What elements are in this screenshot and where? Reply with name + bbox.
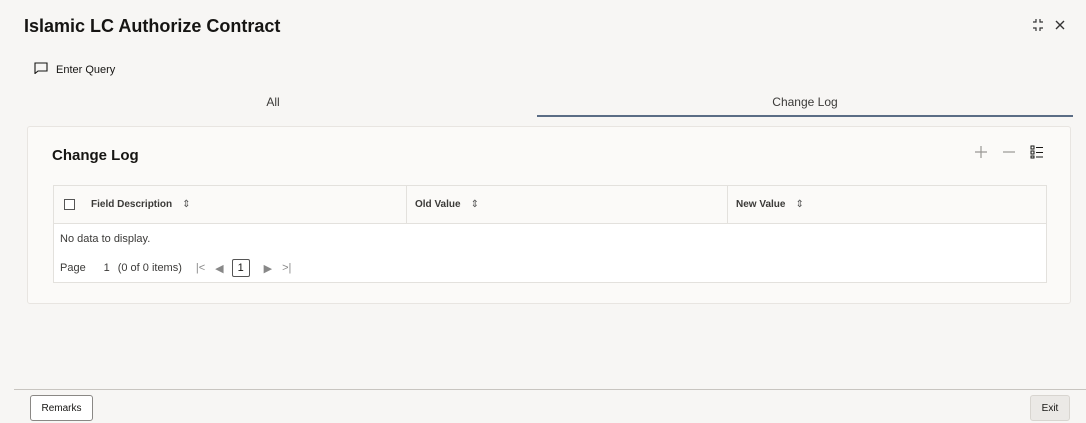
collapse-icon[interactable] (1032, 18, 1044, 32)
exit-button[interactable]: Exit (1030, 395, 1070, 421)
page-number-input[interactable]: 1 (98, 262, 116, 274)
change-log-panel: Change Log Field Description ⇕ Old Value ⇕ (27, 126, 1071, 304)
remarks-button[interactable]: Remarks (30, 395, 93, 421)
window-controls (1032, 18, 1066, 32)
enter-query-label: Enter Query (56, 63, 116, 76)
empty-message: No data to display. (60, 233, 151, 245)
first-page-icon[interactable]: |< (196, 262, 205, 274)
pagination: Page 1 (0 of 0 items) |< ◀ 1 ▶ >| (60, 259, 291, 277)
page-title: Islamic LC Authorize Contract (24, 16, 281, 36)
items-summary: (0 of 0 items) (117, 262, 182, 274)
table-toolbar (974, 145, 1044, 164)
tab-bar: All Change Log (0, 92, 1073, 117)
last-page-icon[interactable]: >| (282, 262, 291, 274)
table-header: Field Description ⇕ Old Value ⇕ New Value ⇕ (54, 186, 1046, 224)
current-page-button[interactable]: 1 (231, 259, 250, 277)
delete-row-icon[interactable] (1002, 145, 1016, 164)
tab-change-log[interactable]: Change Log (537, 92, 1073, 117)
add-row-icon[interactable] (974, 145, 988, 164)
change-log-table: Field Description ⇕ Old Value ⇕ New Value ⇕… (53, 185, 1047, 283)
sort-icon[interactable]: ⇕ (795, 199, 803, 210)
next-page-icon[interactable]: ▶ (264, 262, 272, 275)
footer-divider (14, 389, 1086, 390)
previous-page-icon[interactable]: ◀ (215, 262, 223, 275)
single-record-view-icon[interactable] (1030, 145, 1044, 164)
page-label: Page (60, 262, 86, 274)
section-title: Change Log (52, 147, 139, 164)
sort-icon[interactable]: ⇕ (182, 199, 190, 210)
select-all-checkbox[interactable] (64, 199, 75, 210)
enter-query-button[interactable]: Enter Query (34, 62, 115, 77)
column-header-field-description[interactable]: Field Description ⇕ (91, 186, 191, 224)
sort-icon[interactable]: ⇕ (471, 199, 479, 210)
close-icon[interactable] (1054, 19, 1066, 31)
column-header-old-value[interactable]: Old Value ⇕ (406, 186, 479, 224)
tab-all[interactable]: All (10, 92, 536, 117)
column-header-new-value[interactable]: New Value ⇕ (727, 186, 804, 224)
comment-icon (34, 62, 48, 77)
